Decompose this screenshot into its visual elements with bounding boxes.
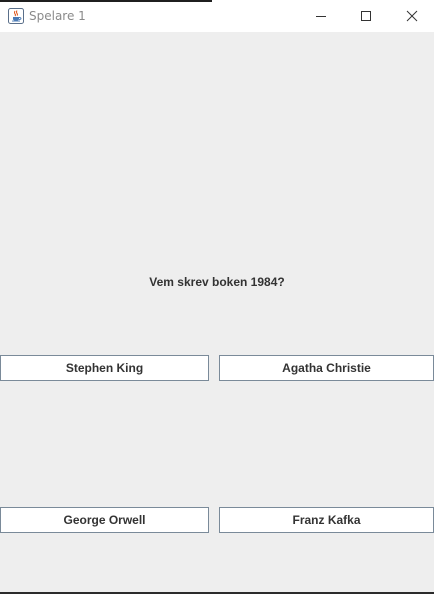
answer-button-3[interactable]: George Orwell xyxy=(0,507,209,533)
answer-button-1[interactable]: Stephen King xyxy=(0,355,209,381)
app-window: Spelare 1 Vem skrev boken 1984? Stephen … xyxy=(0,0,434,594)
answer-button-4[interactable]: Franz Kafka xyxy=(219,507,434,533)
java-app-icon xyxy=(8,8,24,24)
close-icon xyxy=(406,10,417,22)
maximize-icon xyxy=(360,11,371,21)
close-button[interactable] xyxy=(389,0,434,32)
minimize-icon xyxy=(315,16,326,17)
window-top-edge xyxy=(0,0,212,2)
answer-button-2[interactable]: Agatha Christie xyxy=(219,355,434,381)
maximize-button[interactable] xyxy=(343,0,388,32)
window-title: Spelare 1 xyxy=(29,9,86,23)
question-label: Vem skrev boken 1984? xyxy=(149,275,285,289)
title-bar[interactable]: Spelare 1 xyxy=(0,0,434,32)
minimize-button[interactable] xyxy=(298,0,343,32)
